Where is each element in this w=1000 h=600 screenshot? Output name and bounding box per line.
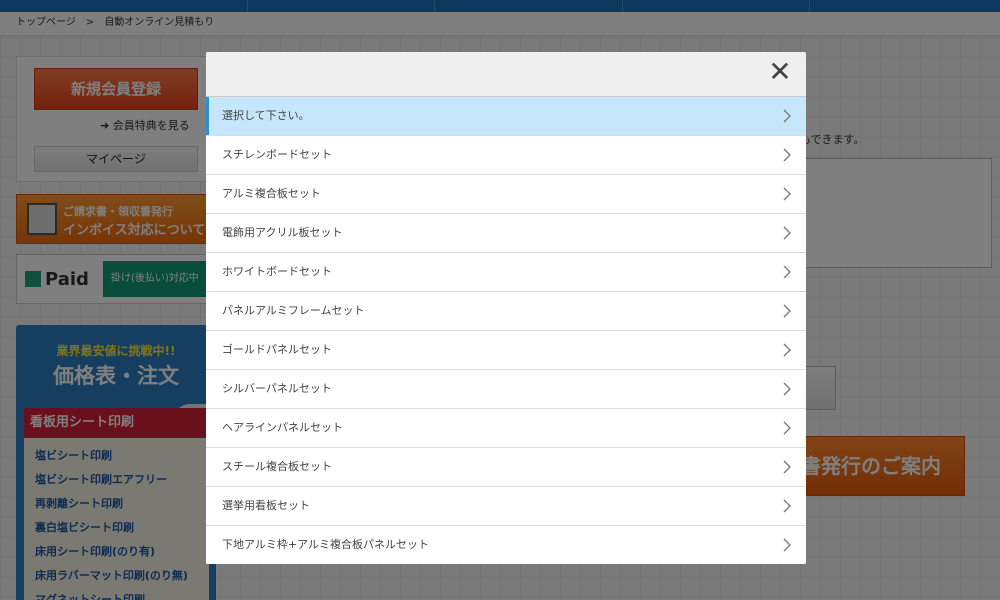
chevron-right-icon: [783, 382, 791, 396]
option-item[interactable]: パネルアルミフレームセット: [206, 291, 806, 330]
option-label: 選挙用看板セット: [222, 499, 310, 512]
option-label: ホワイトボードセット: [222, 265, 332, 278]
chevron-right-icon: [783, 187, 791, 201]
option-item[interactable]: ゴールドパネルセット: [206, 330, 806, 369]
chevron-right-icon: [783, 343, 791, 357]
option-item[interactable]: 下地アルミ枠+アルミ複合板パネルセット: [206, 525, 806, 564]
chevron-right-icon: [783, 304, 791, 318]
option-item[interactable]: シルバーパネルセット: [206, 369, 806, 408]
option-label: ゴールドパネルセット: [222, 343, 332, 356]
option-item[interactable]: ヘアラインパネルセット: [206, 408, 806, 447]
chevron-right-icon: [783, 460, 791, 474]
option-label: 選択して下さい。: [222, 109, 310, 122]
option-label: 電飾用アクリル板セット: [222, 226, 343, 239]
chevron-right-icon: [783, 421, 791, 435]
option-label: ヘアラインパネルセット: [222, 421, 343, 434]
chevron-right-icon: [783, 148, 791, 162]
option-list: 選択して下さい。スチレンボードセット アルミ複合板セット電飾用アクリル板セット ホワ…: [206, 96, 806, 564]
chevron-right-icon: [783, 499, 791, 513]
select-modal: ✕ 選択して下さい。スチレンボードセット アルミ複合板セット電飾用アクリル板セット…: [206, 52, 806, 564]
option-item[interactable]: ホワイトボードセット: [206, 252, 806, 291]
chevron-right-icon: [783, 265, 791, 279]
option-item[interactable]: 電飾用アクリル板セット: [206, 213, 806, 252]
option-label: スチール複合板セット: [222, 460, 332, 473]
chevron-right-icon: [783, 109, 791, 123]
option-label: アルミ複合板セット: [222, 187, 321, 200]
option-label: 下地アルミ枠+アルミ複合板パネルセット: [222, 538, 429, 551]
close-icon[interactable]: ✕: [767, 58, 793, 86]
chevron-right-icon: [783, 226, 791, 240]
option-item[interactable]: スチレンボードセット: [206, 135, 806, 174]
option-item[interactable]: 選挙用看板セット: [206, 486, 806, 525]
option-item[interactable]: アルミ複合板セット: [206, 174, 806, 213]
option-label: パネルアルミフレームセット: [222, 304, 365, 317]
chevron-right-icon: [783, 538, 791, 552]
option-label: シルバーパネルセット: [222, 382, 332, 395]
option-item[interactable]: スチール複合板セット: [206, 447, 806, 486]
option-item[interactable]: 選択して下さい。: [206, 96, 806, 135]
modal-header: ✕: [206, 52, 806, 96]
option-label: スチレンボードセット: [222, 148, 332, 161]
